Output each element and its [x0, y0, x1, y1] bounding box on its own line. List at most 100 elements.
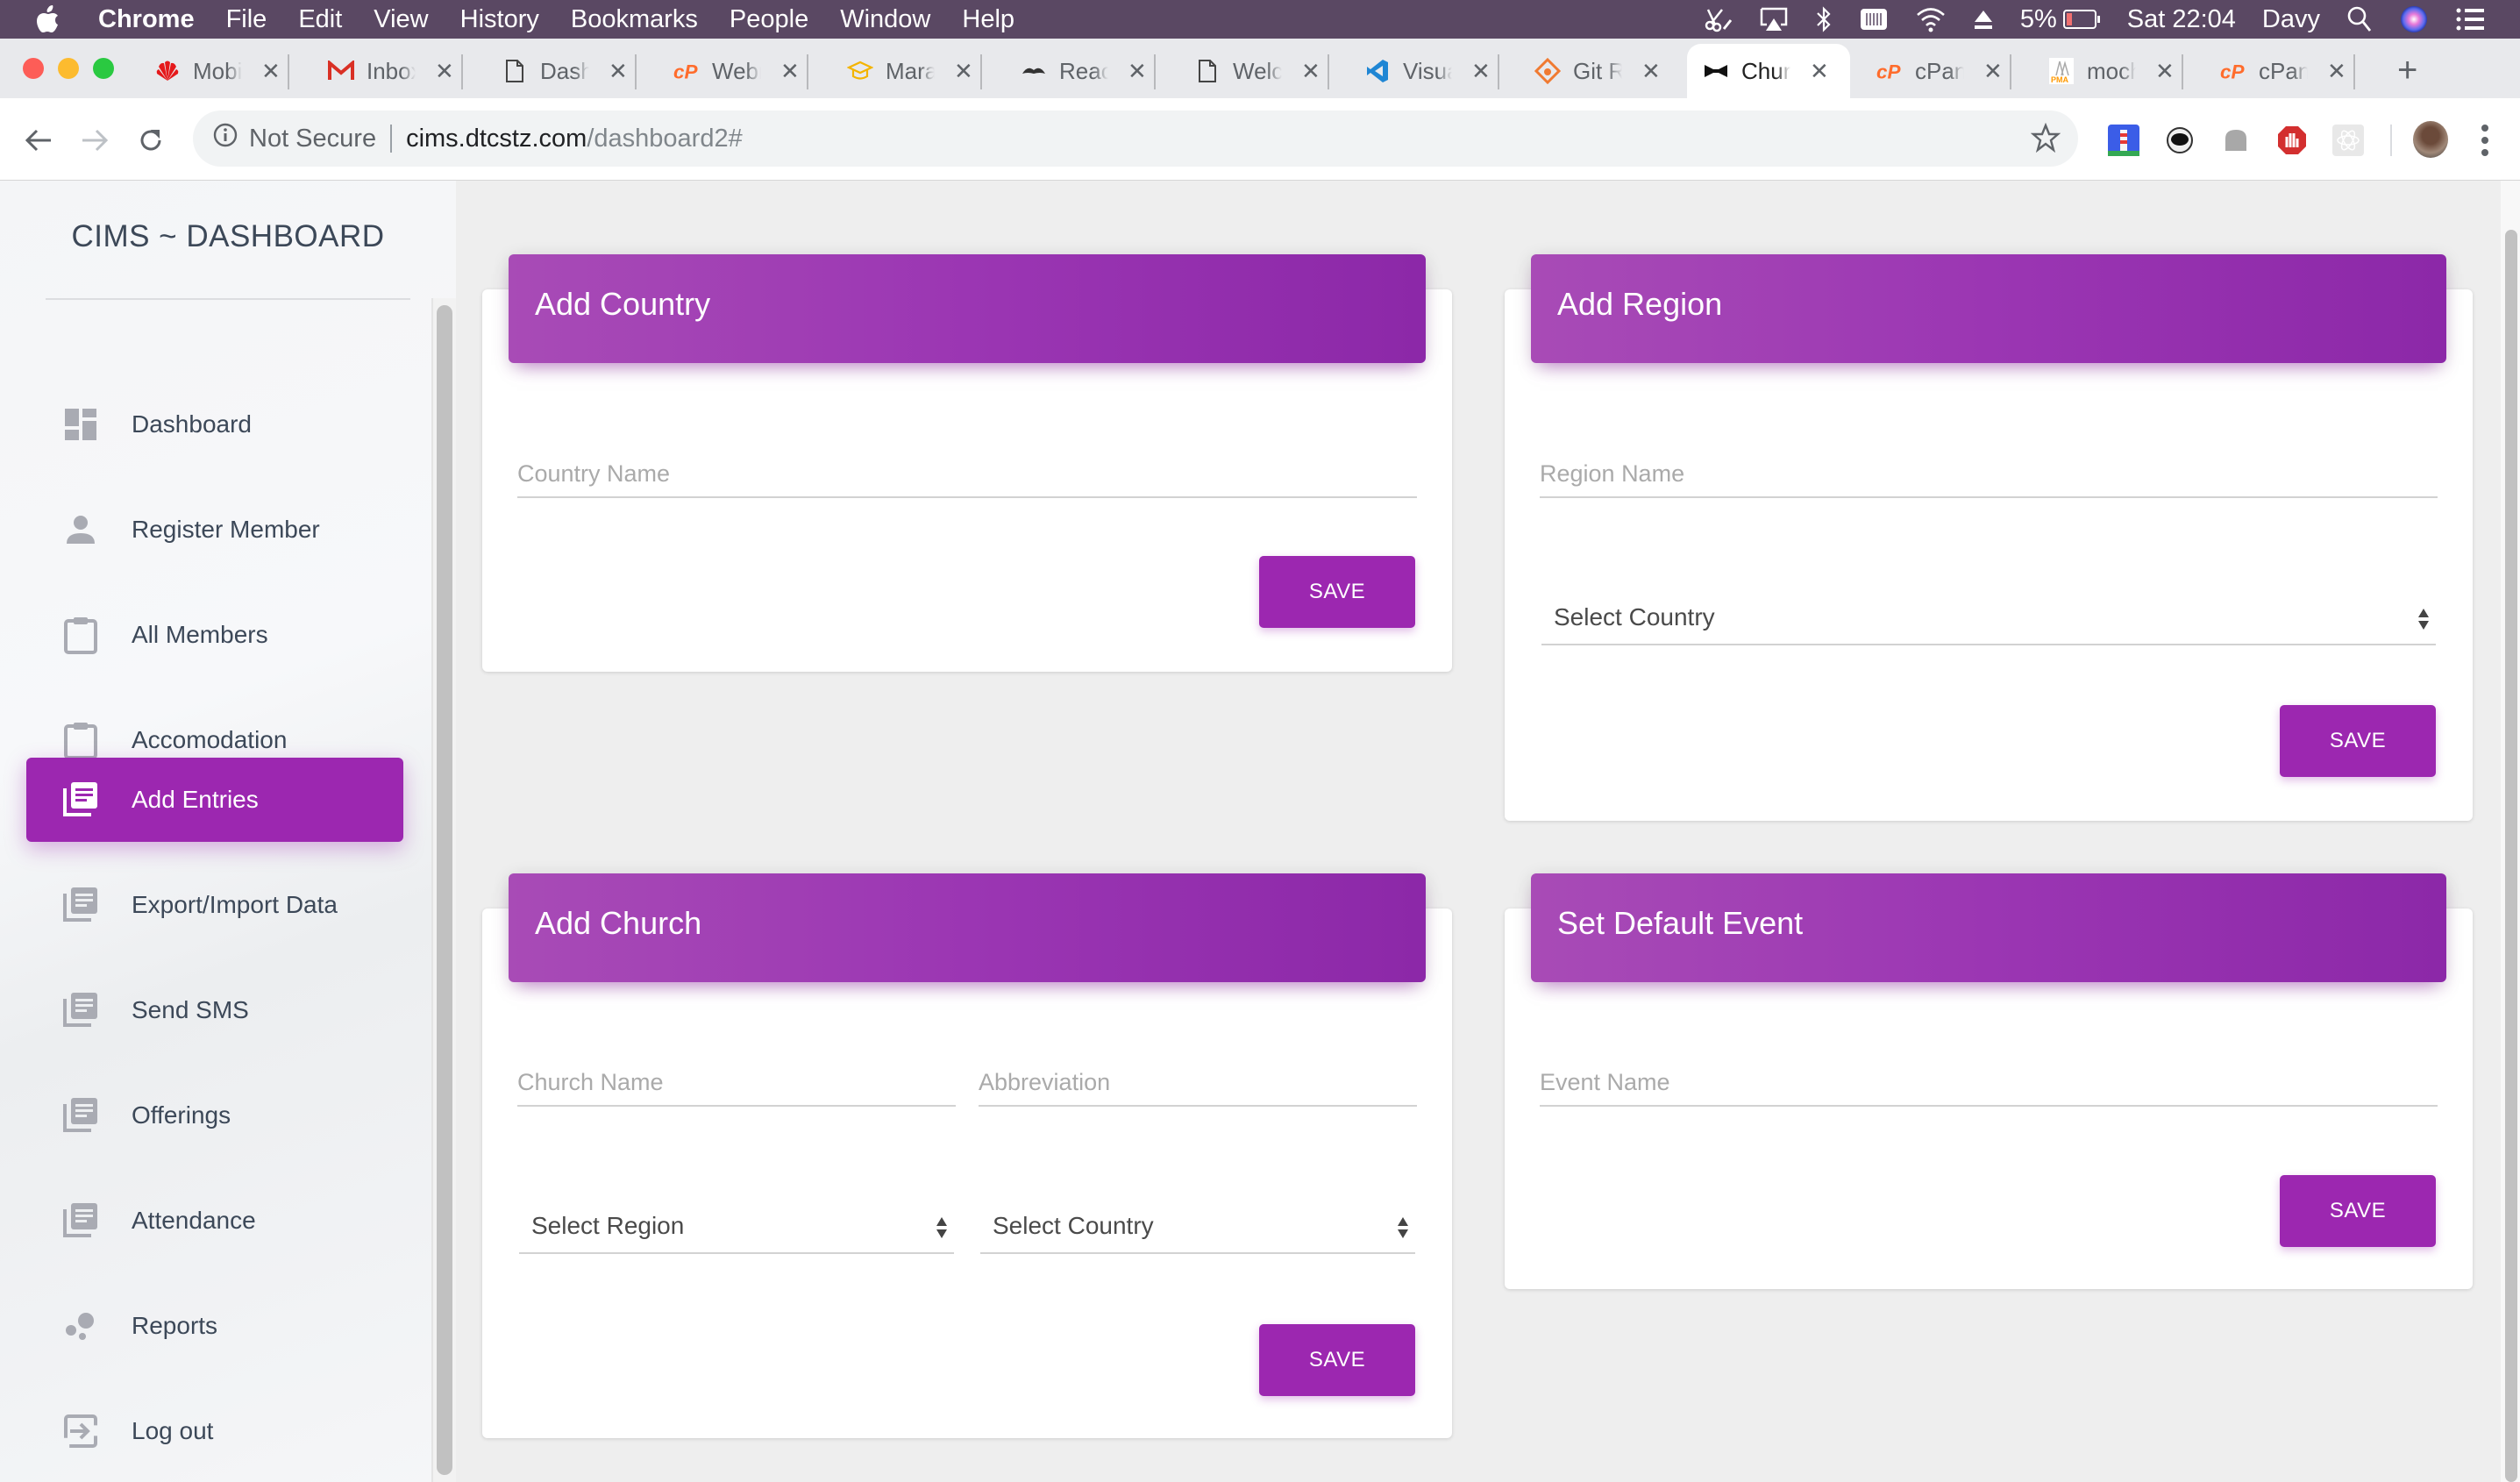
sidebar-item-log-out[interactable]: Log out [26, 1389, 403, 1473]
profile-avatar[interactable] [2413, 121, 2448, 158]
tab-close-icon[interactable]: ✕ [1810, 58, 1829, 85]
abbreviation-field[interactable] [979, 1054, 1417, 1107]
wifi-icon[interactable] [1915, 5, 1947, 33]
tab-close-icon[interactable]: ✕ [2327, 58, 2346, 85]
country-name-field[interactable] [517, 445, 1417, 498]
menu-window[interactable]: Window [840, 5, 930, 34]
browser-tab[interactable]: cP cPane ✕ [1876, 44, 2011, 98]
sidebar-item-export-import-data[interactable]: Export/Import Data [26, 863, 403, 947]
page-scrollbar-thumb[interactable] [2505, 230, 2517, 1482]
add-church-card: Select Region Select Country SAVE [482, 908, 1452, 1438]
tab-close-icon[interactable]: ✕ [1301, 58, 1321, 85]
region-name-field[interactable] [1540, 445, 2438, 498]
menu-file[interactable]: File [226, 5, 267, 34]
abbreviation-input[interactable] [979, 1069, 1417, 1096]
tab-close-icon[interactable]: ✕ [780, 58, 800, 85]
forward-arrow-icon[interactable] [77, 123, 112, 158]
menu-app-name[interactable]: Chrome [98, 5, 195, 34]
browser-tab[interactable]: Mobile ✕ [154, 44, 289, 98]
menu-help[interactable]: Help [962, 5, 1014, 34]
tab-close-icon[interactable]: ✕ [435, 58, 454, 85]
save-event-button[interactable]: SAVE [2280, 1175, 2436, 1247]
tab-close-icon[interactable]: ✕ [1128, 58, 1147, 85]
tab-close-icon[interactable]: ✕ [1983, 58, 2003, 85]
siri-icon[interactable] [2399, 4, 2429, 34]
menu-view[interactable]: View [374, 5, 428, 34]
scissors-pen-icon[interactable] [1703, 6, 1733, 32]
window-minimize-button[interactable] [58, 58, 79, 79]
ghost-icon[interactable] [2220, 125, 2252, 156]
sidebar-item-dashboard[interactable]: Dashboard [26, 382, 403, 467]
region-country-select[interactable]: Select Country [1541, 589, 2436, 645]
sidebar-item-reports[interactable]: Reports [26, 1284, 403, 1368]
keyboard-icon[interactable] [1859, 6, 1889, 32]
browser-tab[interactable]: cP Webm ✕ [673, 44, 808, 98]
eject-icon[interactable] [1973, 8, 1994, 31]
save-church-button[interactable]: SAVE [1259, 1324, 1415, 1396]
church-country-select[interactable]: Select Country [980, 1198, 1415, 1254]
bookmark-star-icon[interactable] [2030, 122, 2061, 160]
tab-close-icon[interactable]: ✕ [1641, 58, 1661, 85]
save-region-button[interactable]: SAVE [2280, 705, 2436, 777]
browser-tab[interactable]: PMA mocha ✕ [2048, 44, 2183, 98]
menu-history[interactable]: History [460, 5, 539, 34]
event-name-field[interactable] [1540, 1054, 2438, 1107]
bluetooth-icon[interactable] [1815, 5, 1833, 33]
reload-icon[interactable] [133, 123, 168, 158]
church-name-input[interactable] [517, 1069, 956, 1096]
sidebar-item-attendance[interactable]: Attendance [26, 1179, 403, 1263]
menu-edit[interactable]: Edit [298, 5, 342, 34]
browser-tab-active[interactable]: Churc ✕ [1687, 44, 1850, 98]
tab-close-icon[interactable]: ✕ [2155, 58, 2175, 85]
tab-close-icon[interactable]: ✕ [1471, 58, 1491, 85]
lighthouse-icon[interactable] [2108, 125, 2139, 156]
browser-tab[interactable]: cP cPane ✕ [2220, 44, 2355, 98]
menu-bookmarks[interactable]: Bookmarks [571, 5, 698, 34]
region-name-input[interactable] [1540, 460, 2438, 488]
church-name-field[interactable] [517, 1054, 956, 1107]
browser-tab[interactable]: Welco ✕ [1194, 44, 1329, 98]
tab-close-icon[interactable]: ✕ [609, 58, 628, 85]
sidebar-item-register-member[interactable]: Register Member [26, 488, 403, 572]
battery-indicator[interactable]: 5% [2020, 5, 2101, 34]
sidebar-scrollbar-thumb[interactable] [437, 305, 452, 1475]
tab-close-icon[interactable]: ✕ [954, 58, 973, 85]
user-name[interactable]: Davy [2262, 5, 2320, 34]
apple-menu-icon[interactable] [35, 5, 67, 33]
event-name-input[interactable] [1540, 1069, 2438, 1096]
browser-menu-icon[interactable] [2480, 125, 2490, 156]
clock[interactable]: Sat 22:04 [2127, 5, 2236, 34]
astronaut-icon[interactable] [2164, 125, 2196, 156]
country-name-input[interactable] [517, 460, 1417, 488]
browser-tab[interactable]: Dashb ✕ [502, 44, 637, 98]
sidebar-item-offerings[interactable]: Offerings [26, 1073, 403, 1158]
new-tab-button[interactable]: + [2397, 51, 2417, 90]
tab-close-icon[interactable]: ✕ [261, 58, 281, 85]
add-church-header: Add Church [509, 873, 1426, 982]
react-devtools-icon[interactable] [2332, 125, 2364, 156]
browser-tab[interactable]: Maran ✕ [847, 44, 982, 98]
sidebar-item-all-members[interactable]: All Members [26, 593, 403, 677]
brand-title[interactable]: CIMS ~ DASHBOARD [0, 219, 456, 254]
info-icon[interactable] [212, 122, 238, 155]
tab-label: cPane [2259, 57, 2308, 84]
browser-tab[interactable]: Inbox ✕ [328, 44, 463, 98]
browser-tab[interactable]: Git Re ✕ [1534, 44, 1661, 98]
address-bar[interactable]: Not Secure cims.dtcstz.com /dashboard2# [193, 110, 2078, 167]
window-close-button[interactable] [23, 58, 44, 79]
notification-center-icon[interactable] [2455, 7, 2485, 32]
browser-tab[interactable]: React ✕ [1021, 44, 1156, 98]
spotlight-search-icon[interactable] [2346, 5, 2373, 33]
menu-people[interactable]: People [730, 5, 808, 34]
window-zoom-button[interactable] [93, 58, 114, 79]
adblock-icon[interactable] [2276, 125, 2308, 156]
security-label[interactable]: Not Secure [249, 125, 376, 153]
browser-tab[interactable]: Visual ✕ [1364, 44, 1499, 98]
graduation-cap-icon [847, 58, 873, 84]
sidebar-item-add-entries[interactable]: Add Entries [26, 758, 403, 842]
back-arrow-icon[interactable] [21, 123, 56, 158]
sidebar-item-send-sms[interactable]: Send SMS [26, 968, 403, 1052]
airplay-icon[interactable] [1759, 6, 1789, 32]
church-region-select[interactable]: Select Region [519, 1198, 954, 1254]
save-country-button[interactable]: SAVE [1259, 556, 1415, 628]
